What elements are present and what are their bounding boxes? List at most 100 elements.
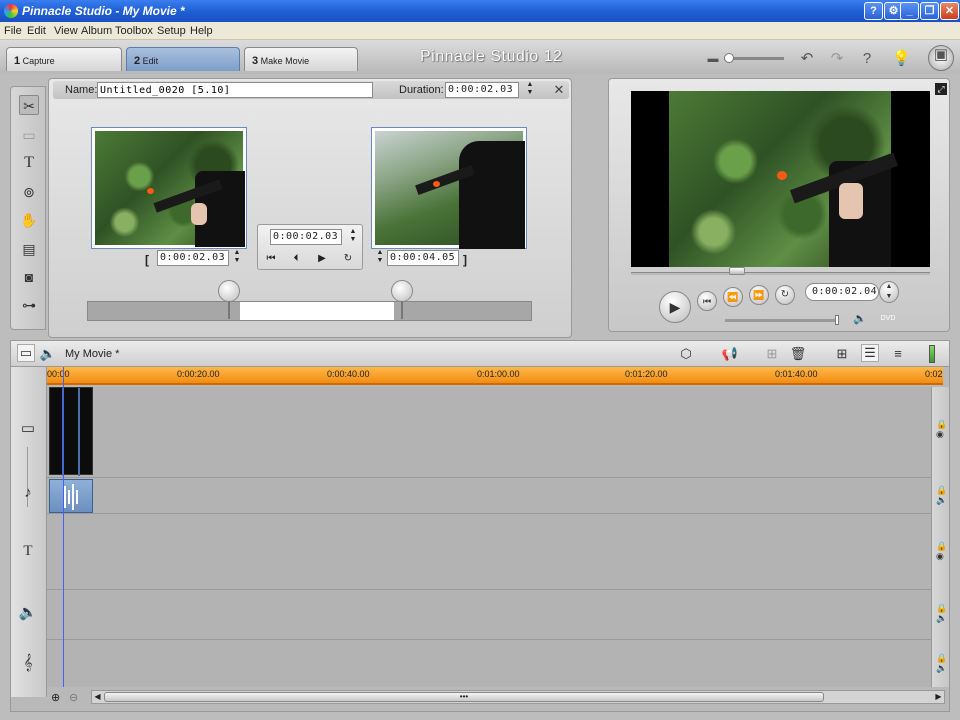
tab-make-movie[interactable]: 3 Make Movie: [244, 47, 358, 71]
music-track-icon[interactable]: 𝄞: [17, 653, 39, 673]
in-point-field[interactable]: 0:00:02.03: [157, 250, 229, 266]
player-panel: ⤢ ▶ ⏮ ⏪ ⏩ ↻ 0:00:02.04 ▲ ▼ 🔈 DVD: [608, 78, 950, 332]
help-icon[interactable]: ?: [864, 2, 883, 20]
current-time-spinner[interactable]: ▲ ▼: [348, 228, 358, 246]
menu-setup[interactable]: Setup: [157, 25, 186, 37]
duration-spinner[interactable]: ▲ ▼: [525, 81, 535, 99]
menu-view[interactable]: View: [54, 25, 78, 37]
storyboard-view-icon[interactable]: ⊞: [833, 346, 851, 362]
lock-icon[interactable]: 🔒 🔈: [936, 653, 947, 673]
scroll-right-icon[interactable]: ▶: [933, 691, 944, 703]
montage-icon[interactable]: ▤: [19, 239, 39, 259]
player-rewind-icon[interactable]: ⏪: [723, 287, 743, 307]
scrollbar-thumb[interactable]: •••: [104, 692, 824, 702]
step-back-icon[interactable]: ⏴: [288, 252, 304, 266]
out-point-spinner[interactable]: ▲ ▼: [375, 249, 385, 267]
timeline-tracks[interactable]: [47, 387, 931, 687]
help-question-icon[interactable]: ?: [858, 50, 876, 68]
timeline-ruler[interactable]: 00:00 0:00:20.00 0:00:40.00 0:01:00.00 0…: [47, 367, 943, 385]
master-volume-knob[interactable]: [724, 53, 734, 63]
timeline-mode-icon[interactable]: ☰: [861, 344, 879, 362]
zoom-in-icon[interactable]: ⊕: [51, 691, 60, 704]
title-track-icon[interactable]: T: [17, 541, 39, 561]
lock-icon[interactable]: 🔒 🔈: [936, 485, 947, 505]
menu-album[interactable]: Album: [81, 25, 112, 37]
play-icon[interactable]: ▶: [314, 252, 330, 266]
audio-mix-icon[interactable]: 📢: [721, 346, 739, 362]
in-bracket-icon[interactable]: [: [145, 253, 149, 267]
minimize-icon[interactable]: _: [900, 2, 919, 20]
trim-scrubber[interactable]: [87, 301, 532, 321]
timeline-playhead[interactable]: [63, 367, 64, 687]
tab-capture[interactable]: 1 Capture: [6, 47, 122, 71]
player-mute-icon[interactable]: 🔈: [853, 312, 867, 325]
marker-icon[interactable]: ⬡: [677, 346, 695, 362]
current-time-field[interactable]: 0:00:02.03: [270, 229, 342, 245]
scroll-left-icon[interactable]: ◀: [92, 691, 103, 703]
player-start-icon[interactable]: ⏮: [697, 291, 717, 311]
razor-icon[interactable]: ⊞: [763, 346, 781, 362]
player-volume-slider[interactable]: [725, 319, 837, 322]
restore-icon[interactable]: ❐: [920, 2, 939, 20]
preview-muzzle-flash: [777, 171, 787, 180]
audio-clip[interactable]: [49, 479, 93, 513]
out-bracket-icon[interactable]: ]: [463, 253, 467, 267]
in-frame-image: [95, 131, 245, 247]
trim-out-handle[interactable]: [391, 280, 413, 302]
effects-icon[interactable]: ✋: [19, 210, 39, 230]
duration-field[interactable]: 0:00:02.03: [445, 82, 519, 98]
fullscreen-icon[interactable]: ⤢: [935, 83, 947, 95]
album-icon[interactable]: ▭: [19, 125, 39, 145]
trim-out-stem: [401, 301, 403, 319]
zoom-out-icon[interactable]: ⊖: [69, 691, 78, 704]
undo-icon[interactable]: ↶: [798, 50, 816, 68]
loop-icon[interactable]: ↻: [340, 252, 356, 266]
menu-file[interactable]: File: [4, 25, 22, 37]
lock-icon[interactable]: 🔒 ◉: [936, 541, 947, 561]
lock-icon[interactable]: 🔒 🔈: [936, 603, 947, 623]
volume-small-icon[interactable]: ▬: [704, 50, 722, 68]
tips-bulb-icon[interactable]: 💡: [892, 50, 911, 68]
player-loop-icon[interactable]: ↻: [775, 285, 795, 305]
player-scrub-bar[interactable]: [631, 272, 930, 275]
project-name: My Movie *: [65, 348, 120, 360]
premium-icon[interactable]: ▣: [928, 45, 954, 71]
timeline-view-icon[interactable]: ▭: [17, 344, 35, 362]
go-to-start-icon[interactable]: ⏮: [263, 252, 279, 266]
trim-in-stem: [228, 301, 230, 319]
player-timecode[interactable]: 0:00:02.04: [805, 283, 879, 301]
player-scrub-handle[interactable]: [729, 267, 745, 275]
text-view-icon[interactable]: ≡: [889, 346, 907, 361]
editor-close-icon[interactable]: ✕: [551, 82, 567, 98]
close-icon[interactable]: ✕: [940, 2, 959, 20]
out-point-field[interactable]: 0:00:04.05: [387, 250, 459, 266]
in-point-spinner[interactable]: ▲ ▼: [232, 249, 242, 267]
lock-icon[interactable]: 🔒 ◉: [936, 419, 947, 439]
menu-edit[interactable]: Edit: [27, 25, 46, 37]
title-tool-icon[interactable]: T: [19, 153, 39, 173]
trim-in-handle[interactable]: [218, 280, 240, 302]
tab-edit[interactable]: 2 Edit: [126, 47, 240, 71]
player-time-spinner[interactable]: ▲ ▼: [879, 281, 899, 303]
menu-help[interactable]: Help: [190, 25, 213, 37]
trim-transport: 0:00:02.03 ▲ ▼ ⏮ ⏴ ▶ ↻: [257, 224, 363, 270]
frame-grab-icon[interactable]: ◙: [19, 267, 39, 287]
dvd-toggle[interactable]: DVD: [877, 313, 899, 325]
video-track-icon[interactable]: ▭: [17, 419, 39, 439]
player-volume-knob[interactable]: [835, 315, 839, 325]
original-audio-track-icon[interactable]: ♪: [17, 483, 39, 503]
timeline-scrollbar[interactable]: ◀ ••• ▶: [91, 690, 945, 704]
player-play-button[interactable]: ▶: [659, 291, 691, 323]
audio-view-icon[interactable]: 🔈: [39, 346, 57, 362]
menu-toolbox[interactable]: Toolbox: [115, 25, 153, 37]
plugin-icon[interactable]: ⊶: [19, 295, 39, 315]
delete-icon[interactable]: 🗑: [789, 346, 807, 362]
mode-bar: 1 Capture 2 Edit 3 Make Movie Pinnacle S…: [0, 40, 960, 74]
clip-name-input[interactable]: [97, 82, 373, 98]
redo-icon[interactable]: ↷: [828, 50, 846, 68]
video-clip[interactable]: [49, 387, 93, 476]
sound-effect-track-icon[interactable]: 🔈: [17, 603, 39, 623]
player-fastforward-icon[interactable]: ⏩: [749, 285, 769, 305]
disc-menu-icon[interactable]: ⊚: [19, 182, 39, 202]
video-toolbox-icon[interactable]: ✂: [19, 95, 39, 115]
